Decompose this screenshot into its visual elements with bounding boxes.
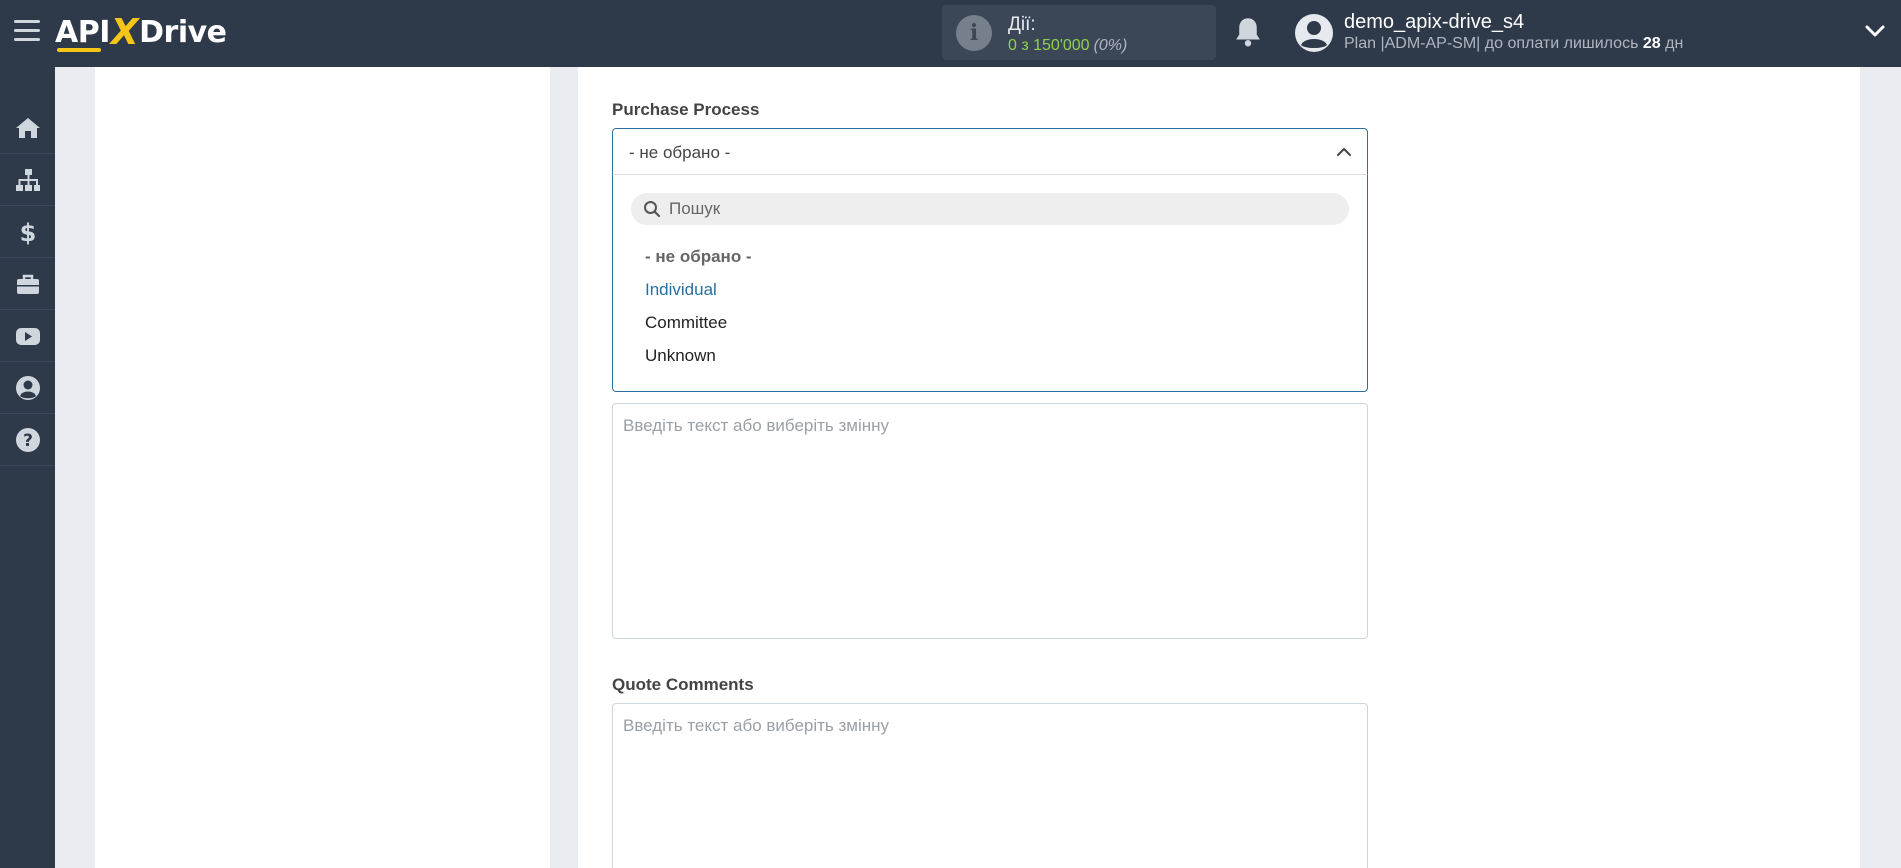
sidebar-item-profile[interactable] — [0, 362, 55, 414]
purchase-process-dropdown: - не обрано - Individual Committee Unkno… — [612, 174, 1368, 392]
sidebar-item-connections[interactable] — [0, 154, 55, 206]
svg-text:$: $ — [19, 219, 36, 245]
top-bar: API X Drive i Дії: 0 з 150'000 (0%) demo_ap… — [0, 0, 1901, 67]
youtube-icon — [15, 327, 40, 345]
sidebar: $ ? — [0, 67, 55, 868]
sidebar-item-billing[interactable]: $ — [0, 206, 55, 258]
svg-text:?: ? — [23, 431, 33, 451]
search-icon — [644, 201, 661, 218]
info-icon: i — [956, 15, 992, 51]
dropdown-search-input[interactable] — [669, 197, 1329, 221]
plan-days-suffix: дн — [1665, 35, 1684, 52]
actions-percent: (0%) — [1093, 37, 1128, 54]
actions-count-value: 0 з 150'000 — [1008, 37, 1090, 54]
chevron-up-icon — [1337, 148, 1351, 156]
briefcase-icon — [16, 274, 39, 294]
sitemap-icon — [15, 168, 40, 191]
left-panel — [95, 67, 550, 868]
sidebar-item-home[interactable] — [0, 102, 55, 154]
plan-days: 28 — [1642, 35, 1661, 52]
sidebar-item-tools[interactable] — [0, 258, 55, 310]
logo-text-api: API — [55, 14, 110, 50]
dropdown-option-unknown[interactable]: Unknown — [645, 346, 716, 366]
dropdown-option-none[interactable]: - не обрано - — [645, 247, 752, 267]
sidebar-item-help[interactable]: ? — [0, 414, 55, 466]
sidebar-item-video[interactable] — [0, 310, 55, 362]
logo-text-x: X — [110, 11, 139, 53]
avatar-icon[interactable] — [1294, 13, 1334, 53]
purchase-process-selected-value: - не обрано - — [629, 143, 731, 162]
actions-count: 0 з 150'000 (0%) — [1008, 37, 1127, 55]
help-icon: ? — [15, 427, 40, 452]
quote-comments-label: Quote Comments — [612, 675, 754, 694]
dropdown-option-individual[interactable]: Individual — [645, 280, 717, 300]
logo-underline — [57, 48, 101, 52]
logo-text-drive: Drive — [139, 14, 227, 50]
field-textarea[interactable] — [612, 403, 1368, 639]
plan-text: Plan |ADM-AP-SM| до оплати лишилось — [1344, 35, 1639, 52]
dollar-icon: $ — [19, 219, 36, 245]
purchase-process-label: Purchase Process — [612, 100, 760, 119]
bell-icon[interactable] — [1233, 15, 1263, 49]
user-name[interactable]: demo_apix-drive_s4 — [1344, 11, 1524, 34]
menu-icon[interactable] — [14, 20, 40, 42]
actions-title: Дії: — [1008, 14, 1036, 35]
user-circle-icon — [15, 375, 40, 400]
actions-counter: i Дії: 0 з 150'000 (0%) — [942, 5, 1216, 60]
dropdown-search — [631, 193, 1349, 225]
dropdown-option-committee[interactable]: Committee — [645, 313, 727, 333]
user-plan: Plan |ADM-AP-SM| до оплати лишилось 28 д… — [1344, 35, 1683, 53]
quote-comments-textarea[interactable] — [612, 703, 1368, 868]
home-icon — [15, 117, 40, 138]
logo[interactable]: API X Drive — [55, 11, 227, 53]
purchase-process-select[interactable]: - не обрано - — [612, 128, 1368, 175]
chevron-down-icon[interactable] — [1864, 20, 1886, 42]
